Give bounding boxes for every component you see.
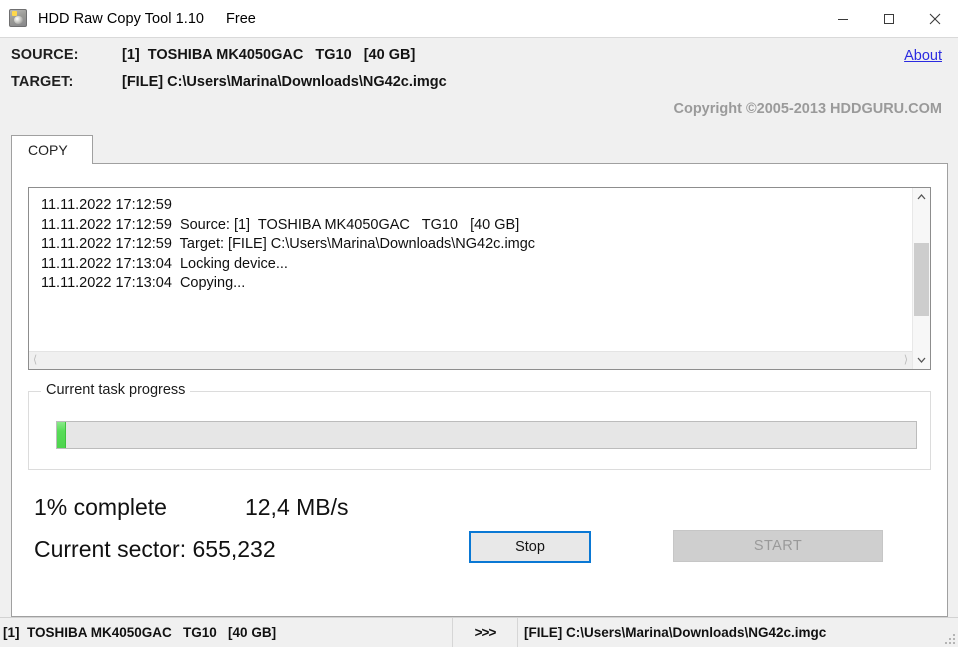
window-controls: [820, 0, 958, 37]
tab-copy-label: COPY: [28, 142, 68, 158]
log-line: 11.11.2022 17:12:59: [41, 197, 172, 213]
transfer-speed-text: 12,4 MB/s: [244, 494, 349, 520]
maximize-button[interactable]: [866, 0, 912, 37]
start-button[interactable]: START: [673, 530, 883, 562]
current-sector-text: Current sector: 655,232: [34, 536, 276, 562]
chevron-right-icon[interactable]: ⟩: [904, 355, 908, 366]
target-value: [FILE] C:\Users\Marina\Downloads\NG42c.i…: [122, 74, 447, 90]
chevron-down-glyph: [917, 357, 926, 363]
log-vertical-scrollbar[interactable]: [912, 188, 930, 369]
tab-copy[interactable]: COPY: [11, 135, 93, 164]
vertical-scroll-thumb[interactable]: [914, 243, 929, 316]
progress-bar-fill: [57, 422, 66, 448]
resize-grip-icon[interactable]: [942, 631, 955, 644]
log-text-area[interactable]: 11.11.2022 17:12:59 11.11.2022 17:12:59 …: [29, 188, 912, 351]
minimize-button[interactable]: [820, 0, 866, 37]
close-icon: [929, 13, 941, 24]
log-horizontal-scrollbar[interactable]: ⟨ ⟩: [29, 351, 912, 369]
copyright-text: Copyright ©2005-2013 HDDGURU.COM: [673, 101, 942, 117]
log-output-box: 11.11.2022 17:12:59 11.11.2022 17:12:59 …: [28, 187, 931, 370]
statusbar-target: [FILE] C:\Users\Marina\Downloads\NG42c.i…: [524, 625, 827, 640]
source-row: SOURCE: [1] TOSHIBA MK4050GAC TG10 [40 G…: [0, 47, 958, 74]
statusbar-direction-arrow: >>>: [474, 625, 497, 640]
log-inner: 11.11.2022 17:12:59 11.11.2022 17:12:59 …: [29, 188, 912, 369]
source-value: [1] TOSHIBA MK4050GAC TG10 [40 GB]: [122, 47, 416, 63]
application-window: HDD Raw Copy Tool 1.10 Free SOURCE: [1] …: [0, 0, 958, 647]
log-line: 11.11.2022 17:12:59 Source: [1] TOSHIBA …: [41, 216, 520, 233]
chevron-left-icon[interactable]: ⟨: [33, 355, 37, 366]
progress-group-label: Current task progress: [41, 382, 191, 398]
log-line: 11.11.2022 17:13:04 Copying...: [41, 275, 246, 292]
chevron-down-icon[interactable]: [913, 351, 930, 369]
stop-button[interactable]: Stop: [469, 531, 591, 563]
minimize-icon: [838, 18, 848, 20]
close-button[interactable]: [912, 0, 958, 37]
chevron-up-icon[interactable]: [913, 188, 930, 206]
chevron-up-glyph: [917, 194, 926, 200]
about-link[interactable]: About: [904, 48, 942, 64]
device-info-header: SOURCE: [1] TOSHIBA MK4050GAC TG10 [40 G…: [0, 38, 958, 134]
log-line: 11.11.2022 17:12:59 Target: [FILE] C:\Us…: [41, 236, 536, 253]
target-label: TARGET:: [11, 74, 74, 90]
app-icon: [9, 8, 29, 29]
copy-tab-panel: 11.11.2022 17:12:59 11.11.2022 17:12:59 …: [11, 163, 948, 617]
maximize-icon: [884, 13, 894, 24]
percent-complete-text: 1% complete: [34, 494, 167, 520]
hdd-icon: [9, 8, 27, 27]
window-title: HDD Raw Copy Tool 1.10: [38, 10, 205, 27]
source-label: SOURCE:: [11, 47, 79, 63]
status-line-top: 1% complete 12,4 MB/s: [34, 494, 349, 528]
copy-status-block: 1% complete 12,4 MB/s Current sector: 65…: [34, 494, 349, 563]
target-row: TARGET: [FILE] C:\Users\Marina\Downloads…: [0, 74, 958, 101]
log-line: 11.11.2022 17:13:04 Locking device...: [41, 255, 288, 272]
title-bar: HDD Raw Copy Tool 1.10 Free: [0, 0, 958, 38]
statusbar-source: [1] TOSHIBA MK4050GAC TG10 [40 GB]: [3, 625, 277, 640]
window-edition-label: Free: [226, 10, 256, 27]
current-task-progress-group: Current task progress: [28, 382, 931, 470]
tab-strip: COPY: [0, 134, 958, 164]
vertical-scroll-track[interactable]: [913, 206, 930, 351]
progress-bar: [56, 421, 917, 449]
status-bar: [1] TOSHIBA MK4050GAC TG10 [40 GB] >>> […: [0, 617, 958, 647]
